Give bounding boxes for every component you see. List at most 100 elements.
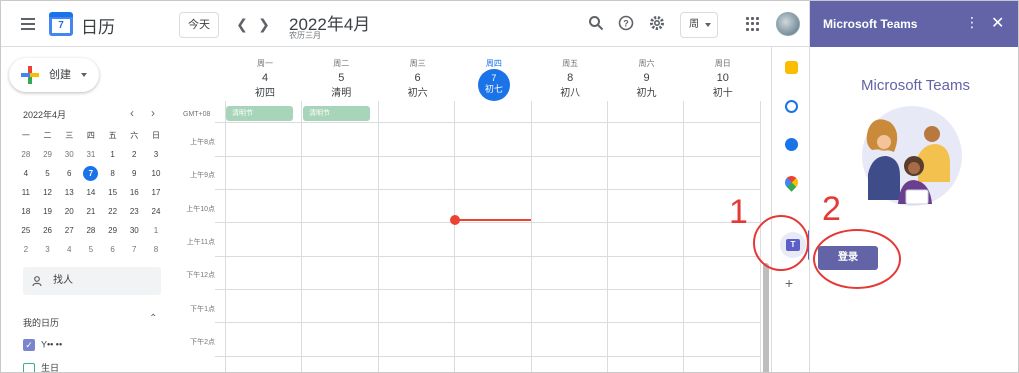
mini-day[interactable]: 1 xyxy=(145,221,167,240)
all-day-event[interactable]: 清明节 xyxy=(226,106,293,121)
mini-day-number: 1 xyxy=(153,226,159,235)
mini-day[interactable]: 2 xyxy=(15,240,37,259)
contacts-icon[interactable] xyxy=(785,138,798,151)
mini-day[interactable]: 29 xyxy=(37,145,59,164)
mini-day[interactable]: 7 xyxy=(123,240,145,259)
calendar-item[interactable]: 生日 xyxy=(23,361,59,372)
calendar-logo-icon[interactable]: 7 xyxy=(49,12,73,36)
mini-day[interactable]: 10 xyxy=(145,164,167,183)
mini-day[interactable]: 13 xyxy=(58,183,80,202)
mini-day[interactable]: 22 xyxy=(102,202,124,221)
create-button[interactable]: 创建 xyxy=(9,58,99,92)
mini-day[interactable]: 5 xyxy=(80,240,102,259)
mini-day[interactable]: 8 xyxy=(102,164,124,183)
mini-day-number: 25 xyxy=(21,226,31,235)
mini-weekday: 四 xyxy=(86,131,95,140)
plus-icon xyxy=(21,66,39,84)
day-header[interactable]: 周二 5 清明 xyxy=(303,58,379,99)
main-menu-icon[interactable] xyxy=(17,13,39,35)
mini-day[interactable]: 9 xyxy=(123,164,145,183)
annotation-label-2: 2 xyxy=(822,190,841,228)
mini-day[interactable]: 29 xyxy=(102,221,124,240)
mini-day[interactable]: 11 xyxy=(15,183,37,202)
find-people-input[interactable]: 找人 xyxy=(23,267,161,295)
mini-day[interactable]: 12 xyxy=(37,183,59,202)
day-header[interactable]: 周一 4 初四 xyxy=(227,58,303,99)
mini-day[interactable]: 6 xyxy=(102,240,124,259)
day-header[interactable]: 周五 8 初八 xyxy=(532,58,608,99)
mini-day[interactable]: 4 xyxy=(15,164,37,183)
calendar-item[interactable]: ✓ Y•• •• xyxy=(23,339,62,351)
add-icon[interactable]: + xyxy=(785,275,793,291)
mini-day-number: 2 xyxy=(132,150,137,159)
mini-day-number: 11 xyxy=(21,188,30,197)
mini-day-number: 7 xyxy=(132,245,137,254)
mini-day[interactable]: 14 xyxy=(80,183,102,202)
mini-day[interactable]: 24 xyxy=(145,202,167,221)
day-date: 10 xyxy=(716,72,729,84)
avatar[interactable] xyxy=(776,12,800,36)
time-label: 上午9点 xyxy=(190,172,215,180)
mini-prev-icon[interactable]: ‹ xyxy=(130,106,134,120)
mini-weekday: 日 xyxy=(151,131,160,140)
find-people-placeholder: 找人 xyxy=(53,275,73,286)
more-vert-icon[interactable]: ⋮ xyxy=(965,14,979,31)
mini-day[interactable]: 17 xyxy=(145,183,167,202)
view-selector[interactable]: 周 xyxy=(680,12,718,38)
day-lunar: 初四 xyxy=(255,88,275,99)
today-button[interactable]: 今天 xyxy=(179,12,219,38)
mini-day[interactable]: 7 xyxy=(80,164,102,183)
mini-day[interactable]: 1 xyxy=(102,145,124,164)
mini-day[interactable]: 28 xyxy=(80,221,102,240)
scrollbar[interactable] xyxy=(763,263,769,372)
keep-icon[interactable] xyxy=(785,61,798,74)
day-header[interactable]: 周四 7 初七 xyxy=(456,58,532,101)
mini-day[interactable]: 5 xyxy=(37,164,59,183)
mini-day[interactable]: 19 xyxy=(37,202,59,221)
all-day-event[interactable]: 清明节 xyxy=(303,106,370,121)
mini-day[interactable]: 30 xyxy=(58,145,80,164)
teams-panel-title: Microsoft Teams xyxy=(823,17,918,31)
day-lunar: 初九 xyxy=(636,88,657,99)
mini-day[interactable]: 18 xyxy=(15,202,37,221)
mini-day[interactable]: 2 xyxy=(123,145,145,164)
chevron-left-icon[interactable]: ❮ xyxy=(235,15,249,33)
mini-day[interactable]: 3 xyxy=(37,240,59,259)
mini-day[interactable]: 27 xyxy=(58,221,80,240)
mini-day[interactable]: 15 xyxy=(102,183,124,202)
day-header[interactable]: 周三 6 初六 xyxy=(380,58,456,99)
gear-icon[interactable] xyxy=(648,15,666,33)
mini-day[interactable]: 25 xyxy=(15,221,37,240)
mini-day-number: 12 xyxy=(43,188,52,197)
mini-day[interactable]: 6 xyxy=(58,164,80,183)
apps-grid-icon[interactable] xyxy=(746,17,760,31)
grid-row-line xyxy=(215,189,761,190)
day-header[interactable]: 周日 10 初十 xyxy=(685,58,761,99)
mini-day[interactable]: 20 xyxy=(58,202,80,221)
mini-day[interactable]: 26 xyxy=(37,221,59,240)
tasks-icon[interactable] xyxy=(785,100,798,113)
checkbox-checked-icon[interactable]: ✓ xyxy=(23,339,35,351)
close-icon[interactable]: ✕ xyxy=(991,13,1004,33)
mini-weekday: 一 xyxy=(21,131,30,140)
mini-day[interactable]: 21 xyxy=(80,202,102,221)
chevron-up-icon[interactable]: ⌃ xyxy=(149,313,157,324)
mini-day[interactable]: 23 xyxy=(123,202,145,221)
mini-next-icon[interactable]: › xyxy=(151,106,155,120)
mini-day[interactable]: 30 xyxy=(123,221,145,240)
today-date-badge[interactable]: 7 初七 xyxy=(477,69,510,101)
help-icon[interactable]: ? xyxy=(617,15,635,33)
chevron-right-icon[interactable]: ❯ xyxy=(257,15,271,33)
mini-day[interactable]: 8 xyxy=(145,240,167,259)
checkbox-unchecked-icon[interactable] xyxy=(23,362,35,372)
maps-icon[interactable] xyxy=(782,173,801,192)
mini-day[interactable]: 4 xyxy=(58,240,80,259)
mini-day[interactable]: 16 xyxy=(123,183,145,202)
mini-day[interactable]: 31 xyxy=(80,145,102,164)
search-icon[interactable] xyxy=(587,15,605,33)
mini-day-number: 5 xyxy=(88,245,94,254)
mini-day[interactable]: 28 xyxy=(15,145,37,164)
day-header[interactable]: 周六 9 初九 xyxy=(609,58,685,99)
mini-day-number: 27 xyxy=(64,226,74,235)
mini-day[interactable]: 3 xyxy=(145,145,167,164)
